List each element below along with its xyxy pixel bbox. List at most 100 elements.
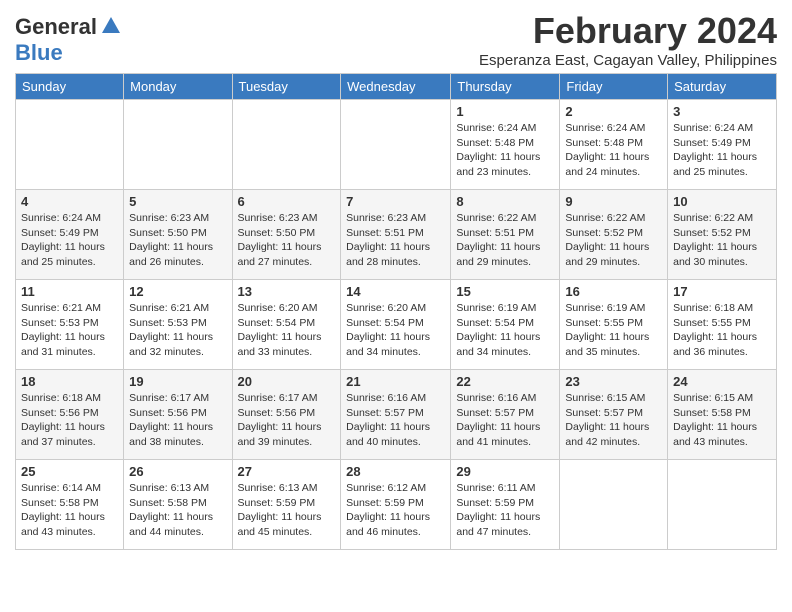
calendar-cell: 16 Sunrise: 6:19 AM Sunset: 5:55 PM Dayli… xyxy=(560,280,668,370)
calendar-cell xyxy=(232,100,341,190)
calendar-cell: 3Sunrise: 6:24 AM Sunset: 5:49 PM Daylig… xyxy=(668,100,777,190)
cell-info: Sunrise: 6:24 AM Sunset: 5:49 PM Dayligh… xyxy=(21,211,118,270)
cell-date: 17 xyxy=(673,284,771,299)
calendar-cell: 21 Sunrise: 6:16 AM Sunset: 5:57 PM Dayli… xyxy=(341,370,451,460)
calendar-cell xyxy=(668,460,777,550)
cell-info: Sunrise: 6:18 AM Sunset: 5:56 PM Dayligh… xyxy=(21,391,118,450)
cell-date: 29 xyxy=(456,464,554,479)
calendar-week-5: 25 Sunrise: 6:14 AM Sunset: 5:58 PM Dayli… xyxy=(16,460,777,550)
calendar-cell: 9 Sunrise: 6:22 AM Sunset: 5:52 PM Daylig… xyxy=(560,190,668,280)
header-day-friday: Friday xyxy=(560,74,668,100)
month-title: February 2024 xyxy=(479,10,777,52)
cell-date: 14 xyxy=(346,284,445,299)
logo-icon xyxy=(100,15,122,37)
cell-info: Sunrise: 6:14 AM Sunset: 5:58 PM Dayligh… xyxy=(21,481,118,540)
cell-date: 3 xyxy=(673,104,771,119)
calendar-cell xyxy=(16,100,124,190)
cell-info: Sunrise: 6:23 AM Sunset: 5:51 PM Dayligh… xyxy=(346,211,445,270)
header: General Blue February 2024 Esperanza Eas… xyxy=(15,10,777,69)
calendar-cell: 7Sunrise: 6:23 AM Sunset: 5:51 PM Daylig… xyxy=(341,190,451,280)
calendar-cell: 8 Sunrise: 6:22 AM Sunset: 5:51 PM Daylig… xyxy=(451,190,560,280)
header-day-monday: Monday xyxy=(124,74,232,100)
cell-date: 10 xyxy=(673,194,771,209)
cell-date: 2 xyxy=(565,104,662,119)
cell-date: 5 xyxy=(129,194,226,209)
cell-info: Sunrise: 6:19 AM Sunset: 5:55 PM Dayligh… xyxy=(565,301,662,360)
cell-info: Sunrise: 6:17 AM Sunset: 5:56 PM Dayligh… xyxy=(238,391,336,450)
cell-date: 13 xyxy=(238,284,336,299)
cell-date: 9 xyxy=(565,194,662,209)
cell-info: Sunrise: 6:21 AM Sunset: 5:53 PM Dayligh… xyxy=(129,301,226,360)
calendar-cell xyxy=(341,100,451,190)
cell-info: Sunrise: 6:13 AM Sunset: 5:58 PM Dayligh… xyxy=(129,481,226,540)
calendar-cell: 5 Sunrise: 6:23 AM Sunset: 5:50 PM Daylig… xyxy=(124,190,232,280)
calendar-cell: 27 Sunrise: 6:13 AM Sunset: 5:59 PM Dayli… xyxy=(232,460,341,550)
calendar-cell: 4 Sunrise: 6:24 AM Sunset: 5:49 PM Daylig… xyxy=(16,190,124,280)
cell-info: Sunrise: 6:23 AM Sunset: 5:50 PM Dayligh… xyxy=(238,211,336,270)
cell-info: Sunrise: 6:15 AM Sunset: 5:57 PM Dayligh… xyxy=(565,391,662,450)
cell-date: 27 xyxy=(238,464,336,479)
cell-date: 20 xyxy=(238,374,336,389)
cell-info: Sunrise: 6:23 AM Sunset: 5:50 PM Dayligh… xyxy=(129,211,226,270)
calendar-cell: 20 Sunrise: 6:17 AM Sunset: 5:56 PM Dayli… xyxy=(232,370,341,460)
calendar-cell: 18 Sunrise: 6:18 AM Sunset: 5:56 PM Dayli… xyxy=(16,370,124,460)
calendar-cell: 14 Sunrise: 6:20 AM Sunset: 5:54 PM Dayli… xyxy=(341,280,451,370)
cell-date: 21 xyxy=(346,374,445,389)
calendar-cell: 22Sunrise: 6:16 AM Sunset: 5:57 PM Dayli… xyxy=(451,370,560,460)
calendar-week-1: 1Sunrise: 6:24 AM Sunset: 5:48 PM Daylig… xyxy=(16,100,777,190)
calendar-cell: 19Sunrise: 6:17 AM Sunset: 5:56 PM Dayli… xyxy=(124,370,232,460)
cell-info: Sunrise: 6:20 AM Sunset: 5:54 PM Dayligh… xyxy=(238,301,336,360)
calendar-week-4: 18 Sunrise: 6:18 AM Sunset: 5:56 PM Dayli… xyxy=(16,370,777,460)
cell-info: Sunrise: 6:21 AM Sunset: 5:53 PM Dayligh… xyxy=(21,301,118,360)
calendar-cell: 10 Sunrise: 6:22 AM Sunset: 5:52 PM Dayli… xyxy=(668,190,777,280)
calendar-cell: 13 Sunrise: 6:20 AM Sunset: 5:54 PM Dayli… xyxy=(232,280,341,370)
cell-info: Sunrise: 6:22 AM Sunset: 5:52 PM Dayligh… xyxy=(673,211,771,270)
cell-date: 18 xyxy=(21,374,118,389)
calendar-cell: 26 Sunrise: 6:13 AM Sunset: 5:58 PM Dayli… xyxy=(124,460,232,550)
calendar-week-3: 11 Sunrise: 6:21 AM Sunset: 5:53 PM Dayli… xyxy=(16,280,777,370)
header-day-sunday: Sunday xyxy=(16,74,124,100)
calendar-cell: 6Sunrise: 6:23 AM Sunset: 5:50 PM Daylig… xyxy=(232,190,341,280)
calendar-week-2: 4 Sunrise: 6:24 AM Sunset: 5:49 PM Daylig… xyxy=(16,190,777,280)
calendar-header-row: SundayMondayTuesdayWednesdayThursdayFrid… xyxy=(16,74,777,100)
calendar-cell: 23 Sunrise: 6:15 AM Sunset: 5:57 PM Dayli… xyxy=(560,370,668,460)
header-day-thursday: Thursday xyxy=(451,74,560,100)
calendar-cell: 11 Sunrise: 6:21 AM Sunset: 5:53 PM Dayli… xyxy=(16,280,124,370)
cell-info: Sunrise: 6:20 AM Sunset: 5:54 PM Dayligh… xyxy=(346,301,445,360)
cell-info: Sunrise: 6:12 AM Sunset: 5:59 PM Dayligh… xyxy=(346,481,445,540)
cell-date: 4 xyxy=(21,194,118,209)
calendar-cell xyxy=(560,460,668,550)
cell-date: 25 xyxy=(21,464,118,479)
cell-info: Sunrise: 6:13 AM Sunset: 5:59 PM Dayligh… xyxy=(238,481,336,540)
subtitle: Esperanza East, Cagayan Valley, Philippi… xyxy=(479,52,777,69)
cell-date: 19 xyxy=(129,374,226,389)
cell-info: Sunrise: 6:11 AM Sunset: 5:59 PM Dayligh… xyxy=(456,481,554,540)
calendar-cell: 29 Sunrise: 6:11 AM Sunset: 5:59 PM Dayli… xyxy=(451,460,560,550)
cell-date: 11 xyxy=(21,284,118,299)
cell-date: 8 xyxy=(456,194,554,209)
cell-info: Sunrise: 6:22 AM Sunset: 5:52 PM Dayligh… xyxy=(565,211,662,270)
cell-info: Sunrise: 6:15 AM Sunset: 5:58 PM Dayligh… xyxy=(673,391,771,450)
calendar-cell: 1Sunrise: 6:24 AM Sunset: 5:48 PM Daylig… xyxy=(451,100,560,190)
cell-info: Sunrise: 6:19 AM Sunset: 5:54 PM Dayligh… xyxy=(456,301,554,360)
cell-info: Sunrise: 6:18 AM Sunset: 5:55 PM Dayligh… xyxy=(673,301,771,360)
cell-date: 24 xyxy=(673,374,771,389)
cell-info: Sunrise: 6:24 AM Sunset: 5:48 PM Dayligh… xyxy=(456,121,554,180)
title-area: February 2024 Esperanza East, Cagayan Va… xyxy=(479,10,777,69)
calendar-cell: 15Sunrise: 6:19 AM Sunset: 5:54 PM Dayli… xyxy=(451,280,560,370)
cell-date: 16 xyxy=(565,284,662,299)
header-day-wednesday: Wednesday xyxy=(341,74,451,100)
cell-date: 23 xyxy=(565,374,662,389)
cell-date: 22 xyxy=(456,374,554,389)
header-day-tuesday: Tuesday xyxy=(232,74,341,100)
calendar-cell: 12 Sunrise: 6:21 AM Sunset: 5:53 PM Dayli… xyxy=(124,280,232,370)
cell-date: 26 xyxy=(129,464,226,479)
calendar-cell: 28Sunrise: 6:12 AM Sunset: 5:59 PM Dayli… xyxy=(341,460,451,550)
cell-info: Sunrise: 6:22 AM Sunset: 5:51 PM Dayligh… xyxy=(456,211,554,270)
calendar-cell: 25 Sunrise: 6:14 AM Sunset: 5:58 PM Dayli… xyxy=(16,460,124,550)
calendar: SundayMondayTuesdayWednesdayThursdayFrid… xyxy=(15,73,777,550)
calendar-cell: 2Sunrise: 6:24 AM Sunset: 5:48 PM Daylig… xyxy=(560,100,668,190)
cell-info: Sunrise: 6:16 AM Sunset: 5:57 PM Dayligh… xyxy=(346,391,445,450)
calendar-cell xyxy=(124,100,232,190)
cell-date: 12 xyxy=(129,284,226,299)
